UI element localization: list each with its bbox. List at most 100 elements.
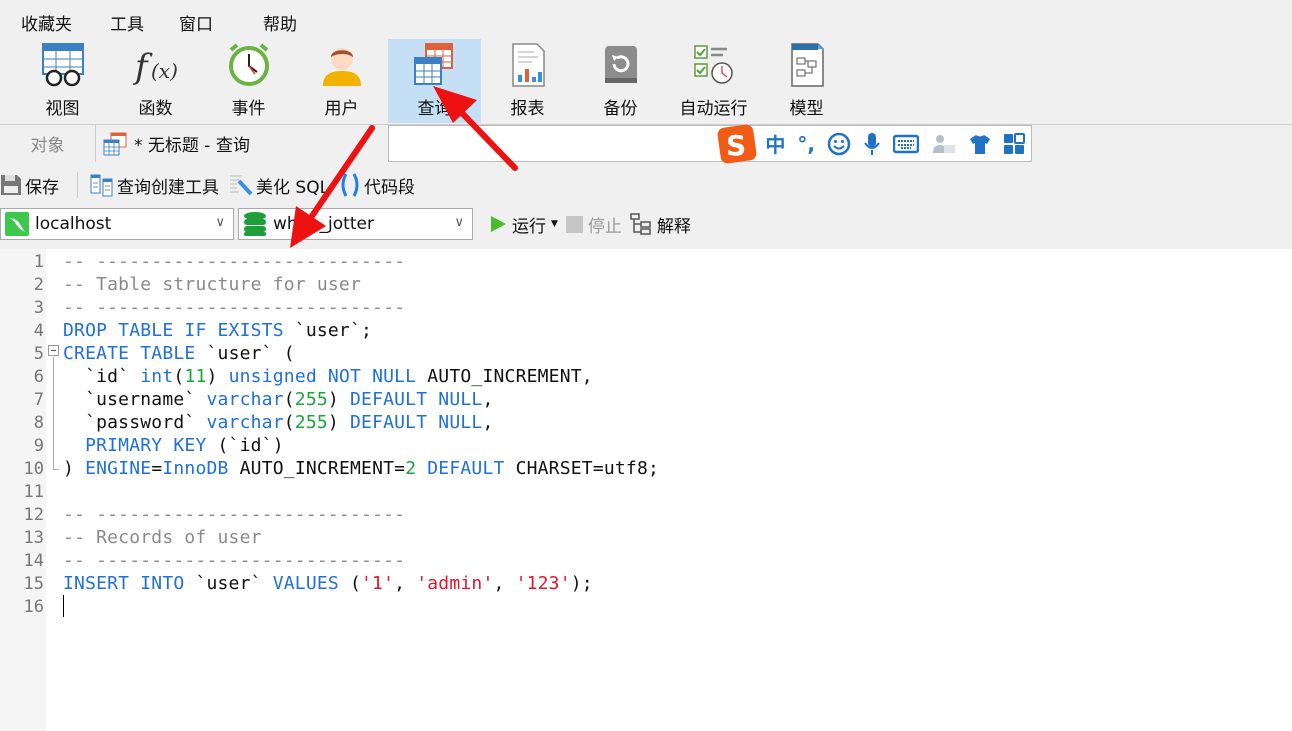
menu-favorites[interactable]: 收藏夹 bbox=[21, 4, 72, 38]
code-line: -- ---------------------------- bbox=[63, 549, 405, 572]
line-number: 10 bbox=[23, 459, 44, 479]
database-icon bbox=[244, 212, 266, 236]
text-token: CHARSET=utf8; bbox=[504, 458, 660, 479]
code-line: -- ---------------------------- bbox=[63, 296, 405, 319]
text-token: ( bbox=[173, 366, 185, 387]
stop-icon bbox=[565, 215, 583, 233]
microphone-icon[interactable] bbox=[863, 132, 881, 156]
keyword-token: ENGINE bbox=[85, 458, 152, 479]
menu-tools[interactable]: 工具 bbox=[110, 4, 144, 38]
ribbon-query-button[interactable]: 查询 bbox=[388, 39, 481, 123]
keyword-token: PRIMARY KEY bbox=[63, 435, 207, 456]
connection-toolbar: localhost ∨ white_jotter ∨ 运行 ▼ 停止 解释 bbox=[0, 208, 691, 240]
line-number: 16 bbox=[23, 597, 44, 617]
editor-toolbar: 保存 查询创建工具 美化 SQL 代码段 bbox=[0, 170, 421, 200]
keyword-token: INSERT INTO bbox=[63, 573, 185, 594]
number-token: 255 bbox=[294, 412, 328, 433]
save-icon bbox=[1, 175, 21, 195]
sql-editor[interactable]: 1 2 3 4 5 6 7 8 9 10 11 12 13 14 15 16 -- -------------… bbox=[0, 249, 1292, 731]
query-icon bbox=[413, 43, 453, 85]
line-number: 4 bbox=[33, 321, 44, 341]
comment-token: -- ---------------------------- bbox=[63, 504, 406, 525]
play-icon bbox=[491, 216, 506, 232]
string-token: 'admin' bbox=[416, 573, 494, 594]
keyword-token: DEFAULT NULL bbox=[350, 389, 483, 410]
mysql-connection-icon bbox=[5, 212, 29, 236]
line-number: 15 bbox=[23, 574, 44, 594]
ribbon-autorun-button[interactable]: 自动运行 bbox=[667, 39, 760, 123]
query-builder-button[interactable]: 查询创建工具 bbox=[90, 173, 225, 198]
string-token: '1' bbox=[361, 573, 395, 594]
run-dropdown-caret-icon[interactable]: ▼ bbox=[551, 219, 558, 229]
keyword-token: unsigned NOT NULL bbox=[228, 366, 417, 387]
save-button[interactable]: 保存 bbox=[0, 173, 65, 198]
code-line: ) ENGINE=InnoDB AUTO_INCREMENT=2 DEFAULT… bbox=[63, 457, 659, 480]
line-number: 9 bbox=[33, 436, 44, 456]
menu-help[interactable]: 帮助 bbox=[263, 4, 297, 38]
ime-language[interactable]: 中 bbox=[765, 129, 785, 158]
ribbon-view-button[interactable]: 视图 bbox=[16, 39, 109, 123]
code-line: `id` int(11) unsigned NOT NULL AUTO_INCR… bbox=[63, 365, 593, 388]
ribbon-user-button[interactable]: 用户 bbox=[295, 39, 388, 123]
code-line: -- ---------------------------- bbox=[63, 503, 405, 526]
ribbon: 视图 f (x) 函数 事件 用户 查询 报表 备份 自动运行 模型 bbox=[16, 39, 853, 123]
comment-token: -- Records of user bbox=[63, 527, 262, 548]
text-token: ); bbox=[570, 573, 593, 594]
text-token: ) bbox=[206, 366, 229, 387]
code-line: -- ---------------------------- bbox=[63, 250, 405, 273]
keyword-token: DROP TABLE IF EXISTS bbox=[63, 320, 284, 341]
line-number-gutter: 1 2 3 4 5 6 7 8 9 10 11 12 13 14 15 16 bbox=[0, 249, 46, 731]
keyword-token: DEFAULT bbox=[416, 458, 505, 479]
code-line: `username` varchar(255) DEFAULT NULL, bbox=[63, 388, 494, 411]
code-line: `password` varchar(255) DEFAULT NULL, bbox=[63, 411, 494, 434]
text-token: ( bbox=[283, 412, 295, 433]
line-number: 8 bbox=[33, 413, 44, 433]
ribbon-event-button[interactable]: 事件 bbox=[202, 39, 295, 123]
svg-text:f: f bbox=[133, 47, 153, 87]
ribbon-model-button[interactable]: 模型 bbox=[760, 39, 853, 123]
database-select[interactable]: white_jotter ∨ bbox=[238, 208, 473, 240]
beautify-sql-button[interactable]: 美化 SQL bbox=[229, 173, 335, 198]
toolbar-divider bbox=[77, 172, 78, 198]
tab-objects[interactable]: 对象 bbox=[0, 125, 96, 162]
fold-guide-end bbox=[53, 469, 59, 470]
code-line: PRIMARY KEY (`id`) bbox=[63, 434, 284, 457]
code-line: -- Records of user bbox=[63, 526, 262, 549]
apps-grid-icon[interactable] bbox=[1003, 132, 1025, 155]
text-token: `password` bbox=[63, 412, 207, 433]
emoji-icon[interactable] bbox=[827, 132, 851, 156]
ribbon-function-button[interactable]: f (x) 函数 bbox=[109, 39, 202, 123]
comment-token: -- ---------------------------- bbox=[63, 550, 406, 571]
shirt-icon[interactable] bbox=[969, 133, 991, 155]
sogou-logo-icon[interactable]: S bbox=[717, 124, 757, 164]
explain-button[interactable]: 解释 bbox=[630, 212, 691, 237]
text-token: `id` bbox=[63, 366, 141, 387]
fold-collapse-icon[interactable] bbox=[48, 345, 59, 356]
text-token: ) bbox=[327, 389, 350, 410]
chevron-down-icon: ∨ bbox=[454, 215, 464, 230]
run-button[interactable]: 运行 ▼ bbox=[489, 212, 558, 237]
user-skin-icon[interactable] bbox=[931, 133, 957, 155]
comment-token: -- ---------------------------- bbox=[63, 251, 406, 272]
line-number: 3 bbox=[33, 298, 44, 318]
ribbon-backup-button[interactable]: 备份 bbox=[574, 39, 667, 123]
menu-window[interactable]: 窗口 bbox=[179, 4, 213, 38]
keyboard-icon[interactable] bbox=[893, 134, 919, 154]
ribbon-report-button[interactable]: 报表 bbox=[481, 39, 574, 123]
connection-select[interactable]: localhost ∨ bbox=[0, 208, 234, 240]
code-snippet-button[interactable]: 代码段 bbox=[339, 172, 421, 198]
line-number: 1 bbox=[33, 252, 44, 272]
keyword-token: varchar bbox=[206, 389, 284, 410]
ime-punctuation[interactable]: °, bbox=[797, 132, 815, 156]
function-icon: f (x) bbox=[133, 47, 178, 87]
text-token: = bbox=[151, 458, 163, 479]
view-icon bbox=[41, 43, 84, 87]
text-token: `user` bbox=[184, 573, 273, 594]
tab-untitled-query[interactable]: * 无标题 - 查询 bbox=[98, 125, 388, 162]
report-icon bbox=[511, 43, 545, 87]
comment-token: -- ---------------------------- bbox=[63, 297, 406, 318]
user-icon bbox=[322, 48, 361, 86]
keyword-token: InnoDB bbox=[162, 458, 229, 479]
number-token: 255 bbox=[294, 389, 328, 410]
stop-button[interactable]: 停止 bbox=[565, 212, 622, 237]
